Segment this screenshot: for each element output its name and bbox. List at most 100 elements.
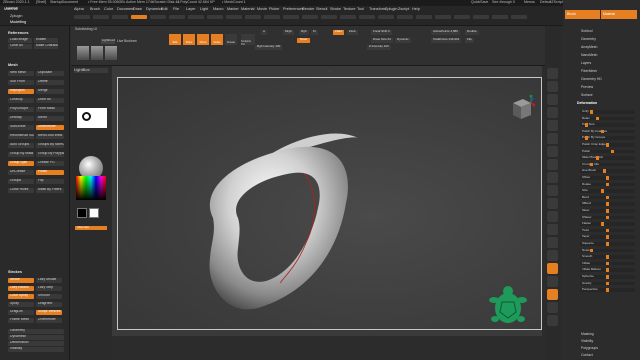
menu-item-material[interactable]: Material — [241, 7, 255, 12]
menu-item-picker[interactable]: Picker — [269, 7, 280, 12]
slider-inflate[interactable]: Inflate — [580, 261, 635, 266]
slider-skew[interactable]: Skew — [580, 209, 635, 213]
slider-offset[interactable]: Offset — [580, 176, 635, 180]
brush-preset-thumb[interactable] — [91, 46, 103, 60]
zadd-button[interactable]: Zadd — [333, 30, 344, 35]
view-solo-button[interactable] — [547, 302, 558, 313]
slider-polish-by-features[interactable]: Polish By Features — [580, 129, 635, 134]
slider-rotate[interactable]: Rotate — [580, 182, 635, 187]
menu-item-layer[interactable]: Layer — [186, 7, 196, 12]
slider-polish-by-groups[interactable]: Polish By Groups — [580, 136, 635, 140]
draw-size-slider[interactable]: Draw Size 64 — [371, 38, 393, 43]
slider-knob[interactable] — [585, 136, 589, 140]
torus-mesh[interactable] — [209, 133, 358, 310]
mesh-button[interactable]: Polish — [36, 170, 64, 175]
mesh-button[interactable]: Group By Polypaint — [36, 152, 64, 157]
active-points[interactable]: ActivePoints 4,680 — [431, 30, 460, 35]
view-bpr-button[interactable] — [547, 68, 558, 79]
section-contact[interactable]: Contact — [581, 353, 593, 357]
rgb-toggle[interactable]: Rgb — [299, 30, 309, 35]
menu-shortcut[interactable] — [321, 15, 337, 19]
tab-brush[interactable]: Brush — [565, 10, 600, 19]
mesh-button[interactable]: Flip — [36, 179, 64, 184]
mesh-button[interactable]: ZRemesher — [36, 125, 64, 130]
mesh-button[interactable]: Merge — [36, 89, 64, 94]
menu-shortcut[interactable] — [302, 15, 318, 19]
stroke-button[interactable]: DragRect — [36, 302, 62, 307]
switch-color-button[interactable]: Alternate — [75, 226, 107, 230]
slider-knob[interactable] — [606, 215, 609, 220]
menu-item-help[interactable]: Help — [412, 7, 420, 12]
section-geometry-hd[interactable]: Geometry HD — [581, 77, 602, 81]
total-points[interactable]: TotalPoints 446,901 — [431, 38, 462, 43]
stroke-button[interactable]: Color Spray — [8, 294, 34, 299]
menu-item-render[interactable]: Render — [302, 7, 314, 12]
menu-item-document[interactable]: Document — [117, 7, 134, 12]
dynamic-toggle[interactable]: Dynamic — [395, 38, 411, 43]
view-zoom-button[interactable] — [547, 107, 558, 118]
seethrough-slider[interactable]: See-through 0 — [492, 0, 515, 5]
stroke-button[interactable]: Smooth — [36, 294, 62, 299]
menu-item-transform[interactable]: Transform — [369, 7, 386, 12]
menu-item-tool[interactable]: Tool — [357, 7, 364, 12]
view-spix-3-button[interactable] — [547, 81, 558, 92]
section-button[interactable]: Dynamesh — [8, 335, 64, 340]
tab-zplugin[interactable]: Zplugin — [10, 14, 22, 19]
slider-knob[interactable] — [600, 222, 604, 226]
menu-item-draw[interactable]: Draw — [133, 7, 142, 12]
canvas-frame[interactable] — [117, 77, 542, 330]
mesh-button[interactable]: Group By Mask — [8, 152, 34, 157]
draw-mode-button[interactable]: Draw — [297, 38, 311, 43]
view-transp-button[interactable] — [547, 276, 558, 287]
slider-knob[interactable] — [606, 209, 609, 213]
menu-shortcut[interactable] — [283, 15, 299, 19]
menu-item-movie[interactable]: Movie — [257, 7, 267, 12]
menu-item-file[interactable]: File — [173, 7, 179, 12]
section-preview[interactable]: Preview — [581, 85, 593, 89]
section-fibermesh[interactable]: FiberMesh — [581, 69, 597, 73]
a-toggle[interactable]: A — [261, 30, 268, 35]
slider-knob[interactable] — [606, 288, 609, 292]
lightbox-tab[interactable]: LightBox — [74, 68, 108, 73]
live-boolean-button[interactable]: Live Boolean — [117, 39, 137, 43]
menu-item-stroke[interactable]: Stroke — [330, 7, 341, 12]
slider-polish[interactable]: Polish — [580, 149, 635, 154]
zsub-button[interactable]: Zsub — [347, 30, 358, 35]
section-visibility[interactable]: Visibility — [581, 339, 593, 343]
menu-shortcut[interactable] — [416, 15, 432, 19]
mesh-button[interactable]: Group Split — [8, 161, 34, 166]
slider-knob[interactable] — [606, 228, 609, 233]
z-intensity-slider[interactable]: Z Intensity 100 — [367, 45, 391, 50]
section-subtool[interactable]: Subtool — [581, 29, 593, 33]
slider-sskew[interactable]: SSkew — [580, 215, 635, 220]
mesh-button[interactable]: From Mask — [36, 107, 64, 112]
slider-slide-plane-exit[interactable]: Slide Plane Exit — [580, 156, 635, 160]
mesh-button[interactable]: Unwrap — [8, 116, 34, 121]
double-toggle[interactable]: Double — [465, 30, 479, 35]
slider-bend[interactable]: Bend — [580, 195, 635, 200]
slider-knob[interactable] — [606, 242, 609, 246]
color-picker[interactable] — [76, 176, 106, 200]
mesh-button[interactable]: Mirror — [36, 116, 64, 121]
menu-shortcut[interactable] — [435, 15, 451, 19]
mesh-button[interactable]: PolyGroupIt — [8, 107, 34, 112]
menu-item-stencil[interactable]: Stencil — [316, 7, 327, 12]
slider-spherize[interactable]: Spherize — [580, 275, 635, 279]
mesh-button[interactable]: Sub From — [8, 80, 34, 85]
navigation-cube[interactable] — [505, 94, 536, 125]
stroke-button[interactable]: ZRemesher — [36, 318, 62, 323]
menu-shortcut[interactable] — [359, 15, 375, 19]
menu-item-texture[interactable]: Texture — [343, 7, 355, 12]
slider-knob[interactable] — [590, 110, 594, 114]
mesh-button[interactable]: Groups By Normals — [36, 143, 64, 148]
slider-knob[interactable] — [606, 255, 609, 259]
slider-knob[interactable] — [590, 248, 594, 253]
view-polyf-button[interactable] — [547, 263, 558, 274]
view-actual-button[interactable] — [547, 120, 558, 131]
view-line-fill-button[interactable] — [547, 250, 558, 261]
slider-knob[interactable] — [606, 275, 609, 279]
menu-shortcut[interactable] — [454, 15, 470, 19]
slider-gravity[interactable]: Gravity — [580, 281, 635, 286]
stroke-button[interactable]: Stroke — [8, 278, 34, 283]
mesh-button[interactable]: Mirror And Weld — [36, 134, 64, 139]
